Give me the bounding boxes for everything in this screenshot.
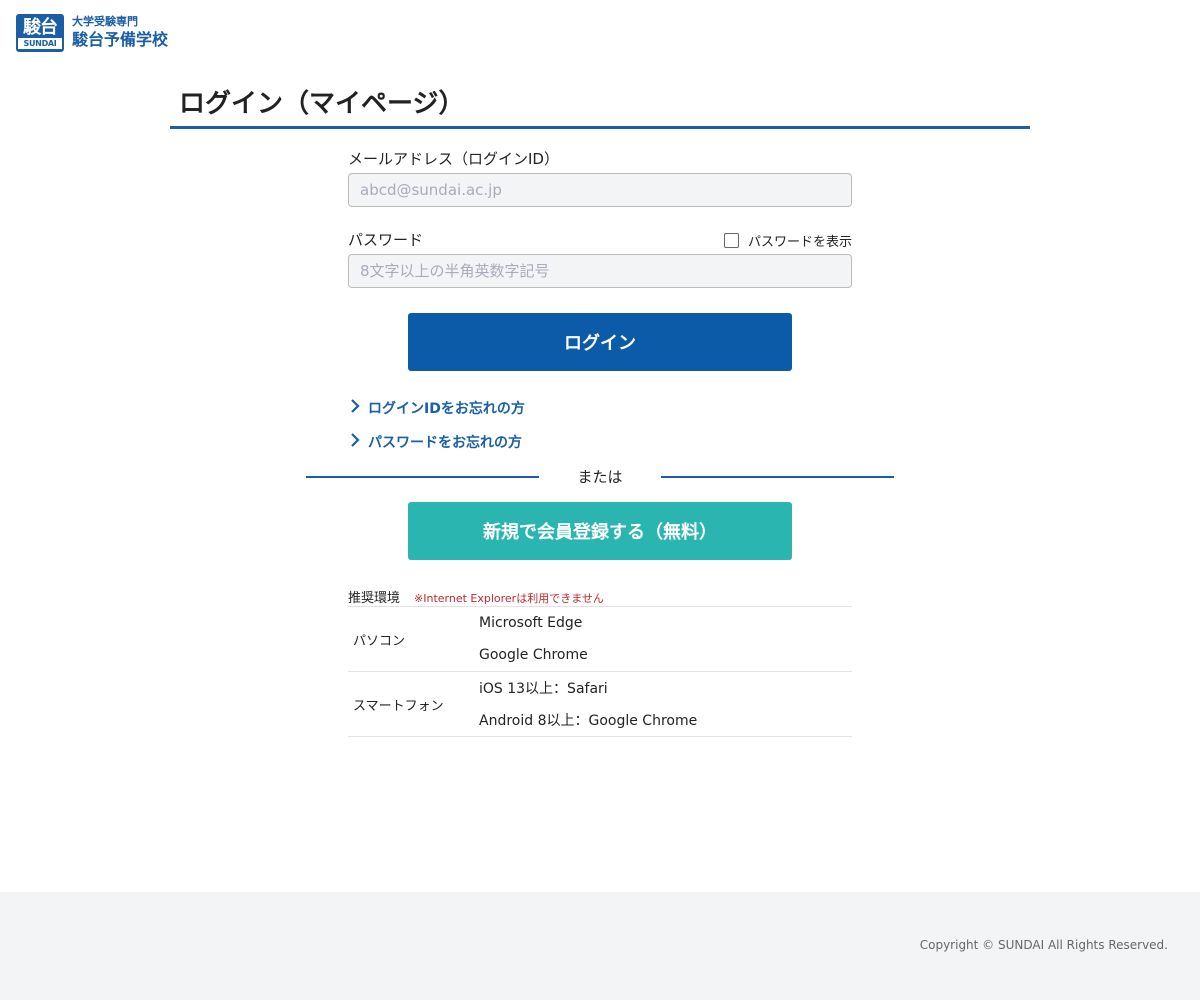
browser-item: iOS 13以上：Safari bbox=[479, 680, 608, 697]
environment-row-pc: パソコン Microsoft Edge Google Chrome bbox=[348, 607, 852, 672]
login-button[interactable]: ログイン bbox=[408, 313, 792, 371]
logo-text[interactable]: 大学受験専門 駿台予備学校 bbox=[72, 15, 168, 51]
show-password-toggle[interactable]: パスワードを表示 bbox=[723, 231, 852, 250]
sundai-logo[interactable]: 駿台 SUNDAI bbox=[16, 14, 64, 52]
logo-kanji: 駿台 bbox=[23, 16, 58, 38]
browser-list: Microsoft Edge Google Chrome bbox=[479, 607, 588, 672]
password-input[interactable] bbox=[348, 254, 852, 288]
browser-item: Android 8以上：Google Chrome bbox=[479, 713, 698, 730]
browser-item: Google Chrome bbox=[479, 647, 588, 664]
divider-line-right bbox=[661, 476, 894, 478]
register-button[interactable]: 新規で会員登録する（無料） bbox=[408, 502, 792, 560]
password-label: パスワード bbox=[348, 231, 424, 249]
site-header: 駿台 SUNDAI 大学受験専門 駿台予備学校 bbox=[16, 13, 168, 53]
password-label-row: パスワード パスワードを表示 bbox=[348, 229, 852, 251]
chevron-right-icon bbox=[350, 399, 364, 419]
email-input[interactable] bbox=[348, 173, 852, 207]
copyright: Copyright © SUNDAI All Rights Reserved. bbox=[919, 938, 1168, 952]
forgot-password-link[interactable]: パスワードをお忘れの方 bbox=[350, 433, 522, 453]
email-label: メールアドレス（ログインID） bbox=[348, 150, 559, 168]
device-label: パソコン bbox=[353, 633, 406, 649]
environment-row-smartphone: スマートフォン iOS 13以上：Safari Android 8以上：Goog… bbox=[348, 672, 852, 737]
forgot-id-link[interactable]: ログインIDをお忘れの方 bbox=[350, 399, 525, 419]
show-password-checkbox[interactable] bbox=[723, 232, 739, 248]
forgot-password-label: パスワードをお忘れの方 bbox=[368, 435, 522, 451]
logo-en: SUNDAI bbox=[18, 37, 62, 49]
logo-subtitle: 大学受験専門 bbox=[72, 15, 138, 28]
logo-school-name: 駿台予備学校 bbox=[72, 30, 169, 49]
environment-title: 推奨環境 bbox=[348, 591, 401, 606]
forgot-id-label: ログインIDをお忘れの方 bbox=[368, 401, 525, 417]
page-title: ログイン（マイページ） bbox=[170, 86, 1030, 129]
site-footer: Copyright © SUNDAI All Rights Reserved. bbox=[0, 892, 1200, 1000]
environment-header: 推奨環境 ※Internet Explorerは利用できません bbox=[348, 587, 852, 607]
browser-item: Microsoft Edge bbox=[479, 614, 583, 631]
login-form: メールアドレス（ログインID） パスワード パスワードを表示 bbox=[348, 148, 852, 288]
ie-warning: ※Internet Explorerは利用できません bbox=[414, 592, 604, 605]
browser-list: iOS 13以上：Safari Android 8以上：Google Chrom… bbox=[479, 672, 697, 737]
device-label: スマートフォン bbox=[353, 698, 444, 714]
recommended-environment: 推奨環境 ※Internet Explorerは利用できません パソコン Mic… bbox=[348, 587, 852, 737]
or-divider: または bbox=[306, 466, 894, 488]
show-password-label: パスワードを表示 bbox=[747, 234, 852, 250]
chevron-right-icon bbox=[350, 433, 364, 453]
